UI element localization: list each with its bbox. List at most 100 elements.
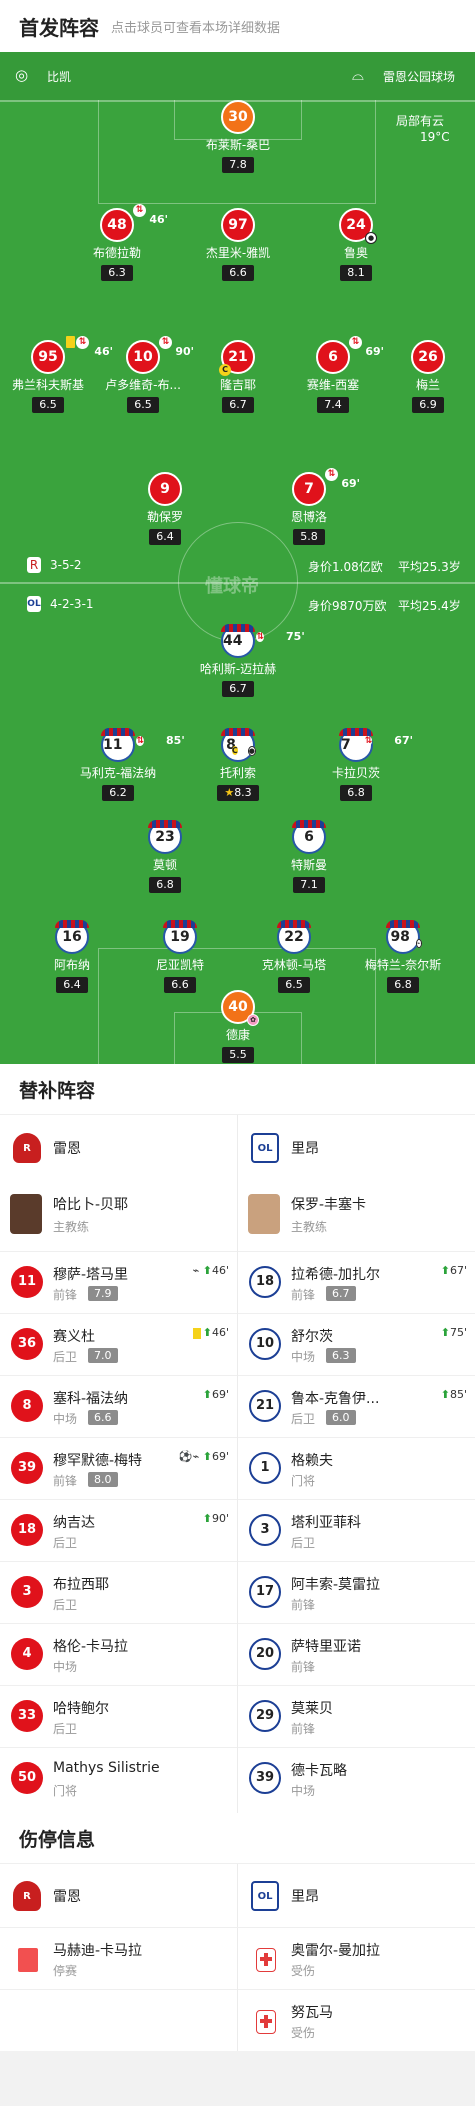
home-player-7[interactable]: 7 ⇅ 69' 恩博洛 5.8	[264, 468, 360, 545]
injury-row[interactable]: 努瓦马 受伤	[238, 1990, 475, 2052]
player-number: 95 ⇅ 46'	[31, 336, 113, 374]
home-player-21[interactable]: 21 C 隆吉耶 6.7	[193, 340, 283, 413]
sub-row[interactable]: 3 塔利亚菲科 后卫	[238, 1500, 475, 1562]
stadium-icon: ⌓	[352, 66, 364, 84]
away-player-16[interactable]: 16 阿布纳 6.4	[27, 920, 117, 993]
sub-row[interactable]: 8 塞科-福法纳 中场 6.6 ⬆69'	[0, 1376, 237, 1438]
sub-row[interactable]: 18 拉希德-加扎尔 前锋 6.7 ⬆67'	[238, 1252, 475, 1314]
rennes-crest-icon: R	[13, 1133, 41, 1163]
pink-badge-icon: ✿	[247, 1014, 259, 1026]
away-player-8[interactable]: 8C ● 托利索 ★8.3	[193, 728, 283, 801]
sub-position: 中场	[53, 1412, 78, 1426]
home-player-26[interactable]: 26 梅兰 6.9	[383, 340, 473, 413]
sub-name: Mathys Silistrie	[53, 1760, 160, 1776]
sub-row[interactable]: 20 萨特里亚诺 前锋	[238, 1624, 475, 1686]
player-rating: 6.8	[340, 785, 372, 801]
home-player-30[interactable]: 30 布莱斯-桑巴 7.8	[193, 100, 283, 173]
player-name: 莫顿	[152, 858, 177, 872]
away-value: 身价9870万欧	[308, 599, 387, 613]
home-player-48[interactable]: 48 ⇅ 46' 布德拉勒 6.3	[72, 204, 168, 281]
sub-event: ⬆67'	[440, 1264, 467, 1277]
sub-row[interactable]: 4 格伦-卡马拉 中场	[0, 1624, 237, 1686]
sub-off-icon: ⇅	[364, 736, 373, 746]
player-rating: 5.8	[293, 529, 325, 545]
sub-row[interactable]: 36 赛义杜 后卫 7.0 ⬆46'	[0, 1314, 237, 1376]
player-name: 哈利斯-迈拉赫	[199, 662, 277, 676]
player-name: 梅特兰-奈尔斯	[364, 958, 442, 972]
injury-row[interactable]: 奥雷尔-曼加拉 受伤	[238, 1928, 475, 1990]
player-name: 梅兰	[415, 378, 440, 392]
home-player-9[interactable]: 9 勒保罗 6.4	[120, 472, 210, 545]
sub-row[interactable]: 33 哈特鲍尔 后卫	[0, 1686, 237, 1748]
player-rating: 7.4	[317, 397, 349, 413]
player-rating: 6.6	[164, 977, 196, 993]
sub-position: 后卫	[53, 1536, 78, 1550]
sub-row[interactable]: 50 Mathys Silistrie 门将	[0, 1748, 237, 1810]
sub-event: ⬆69'	[202, 1388, 229, 1401]
team-name: 里昂	[291, 1889, 319, 1905]
injury-row[interactable]: 马赫迪-卡马拉 停赛	[0, 1928, 237, 1990]
away-player-22[interactable]: 22 克林顿-马塔 6.5	[249, 920, 339, 993]
home-player-10[interactable]: 10 ⇅ 90' 卢多维奇-布... 6.5	[98, 336, 194, 413]
player-rating: 6.6	[222, 265, 254, 281]
player-rating: 6.9	[412, 397, 444, 413]
sub-row[interactable]: 3 布拉西耶 后卫	[0, 1562, 237, 1624]
player-rating: ★8.3	[217, 785, 259, 801]
subs-away-team[interactable]: OL 里昂	[251, 1118, 319, 1178]
yellow-card-icon	[192, 1327, 201, 1339]
away-player-23[interactable]: 23 莫顿 6.8	[120, 820, 210, 893]
away-player-11[interactable]: 11 ⇅ 85' 马利克-福法纳 6.2	[73, 728, 185, 801]
medical-kit-icon	[256, 1948, 276, 1972]
sub-off-icon: ⇅	[133, 204, 146, 217]
lineup-title: 首发阵容	[19, 15, 99, 40]
home-player-97[interactable]: 97 杰里米-雅凯 6.6	[193, 208, 283, 281]
player-name: 勒保罗	[146, 510, 183, 524]
sub-number: 18	[11, 1514, 43, 1546]
player-name: 尼亚凯特	[155, 958, 204, 972]
away-player-40[interactable]: 40 ✿ 德康 5.5	[193, 990, 283, 1063]
home-player-95[interactable]: 95 ⇅ 46' 弗兰科夫斯基 6.5	[3, 336, 113, 413]
sub-row[interactable]: 10 舒尔茨 中场 6.3 ⬆75'	[238, 1314, 475, 1376]
sub-rating: 7.9	[88, 1286, 118, 1301]
away-player-7[interactable]: 7 ⇅ 67' 卡拉贝茨 6.8	[311, 728, 413, 801]
sub-row[interactable]: 17 阿丰索-莫雷拉 前锋	[238, 1562, 475, 1624]
sub-number: 39	[11, 1452, 43, 1484]
away-player-6[interactable]: 6 特斯曼 7.1	[264, 820, 354, 893]
sub-row[interactable]: 18 纳吉达 后卫 ⬆90'	[0, 1500, 237, 1562]
home-coach[interactable]: 哈比卜-贝耶 主教练	[0, 1180, 237, 1252]
sub-row[interactable]: 21 鲁本-克鲁伊... 后卫 6.0 ⬆85'	[238, 1376, 475, 1438]
sub-minute: 90'	[175, 345, 194, 358]
injuries-away-team[interactable]: OL 里昂	[251, 1866, 319, 1926]
lyon-crest-icon: OL	[251, 1133, 279, 1163]
player-rating: 6.4	[149, 529, 181, 545]
sub-row[interactable]: 11 穆萨-塔马里 前锋 7.9 ⌁ ⬆46'	[0, 1252, 237, 1314]
player-rating: 8.1	[340, 265, 372, 281]
home-player-6[interactable]: 6 ⇅ 69' 赛维-西塞 7.4	[288, 336, 384, 413]
goal-ball-icon: ⚽	[178, 1450, 193, 1463]
away-player-98[interactable]: 98 ⌁ 梅特兰-奈尔斯 6.8	[358, 920, 448, 993]
sub-off-icon: ⇅	[76, 336, 89, 349]
away-coach[interactable]: 保罗-丰塞卡 主教练	[238, 1180, 475, 1252]
sub-number: 11	[11, 1266, 43, 1298]
player-rating: 6.8	[149, 877, 181, 893]
sub-off-icon: ⇅	[159, 336, 172, 349]
player-number: 7 ⇅ 69'	[292, 468, 360, 506]
sub-row[interactable]: 1 格赖夫 门将	[238, 1438, 475, 1500]
player-name: 布莱斯-桑巴	[205, 138, 271, 152]
home-player-24[interactable]: 24 ● 鲁奥 8.1	[311, 208, 401, 281]
team-name: 雷恩	[53, 1141, 81, 1157]
sub-row[interactable]: 39 穆罕默德-梅特 前锋 8.0 ⚽⌁ ⬆69'	[0, 1438, 237, 1500]
coach-role: 主教练	[291, 1220, 328, 1234]
sub-row[interactable]: 39 德卡瓦略 中场	[238, 1748, 475, 1810]
player-rating: 6.2	[102, 785, 134, 801]
goal-ball-icon: ●	[247, 746, 256, 756]
sub-row[interactable]: 29 莫莱贝 前锋	[238, 1686, 475, 1748]
away-player-44[interactable]: 44 ⇅ 75' 哈利斯-迈拉赫 6.7	[193, 624, 305, 697]
away-player-19[interactable]: 19 尼亚凯特 6.6	[135, 920, 225, 993]
subs-home-team[interactable]: R 雷恩	[13, 1118, 81, 1178]
injury-name: 马赫迪-卡马拉	[53, 1943, 143, 1959]
injuries-home-team[interactable]: R 雷恩	[13, 1866, 81, 1926]
sub-number: 10	[249, 1328, 281, 1360]
sub-on-icon: ⬆	[440, 1388, 450, 1401]
sub-event: ⬆75'	[440, 1326, 467, 1339]
